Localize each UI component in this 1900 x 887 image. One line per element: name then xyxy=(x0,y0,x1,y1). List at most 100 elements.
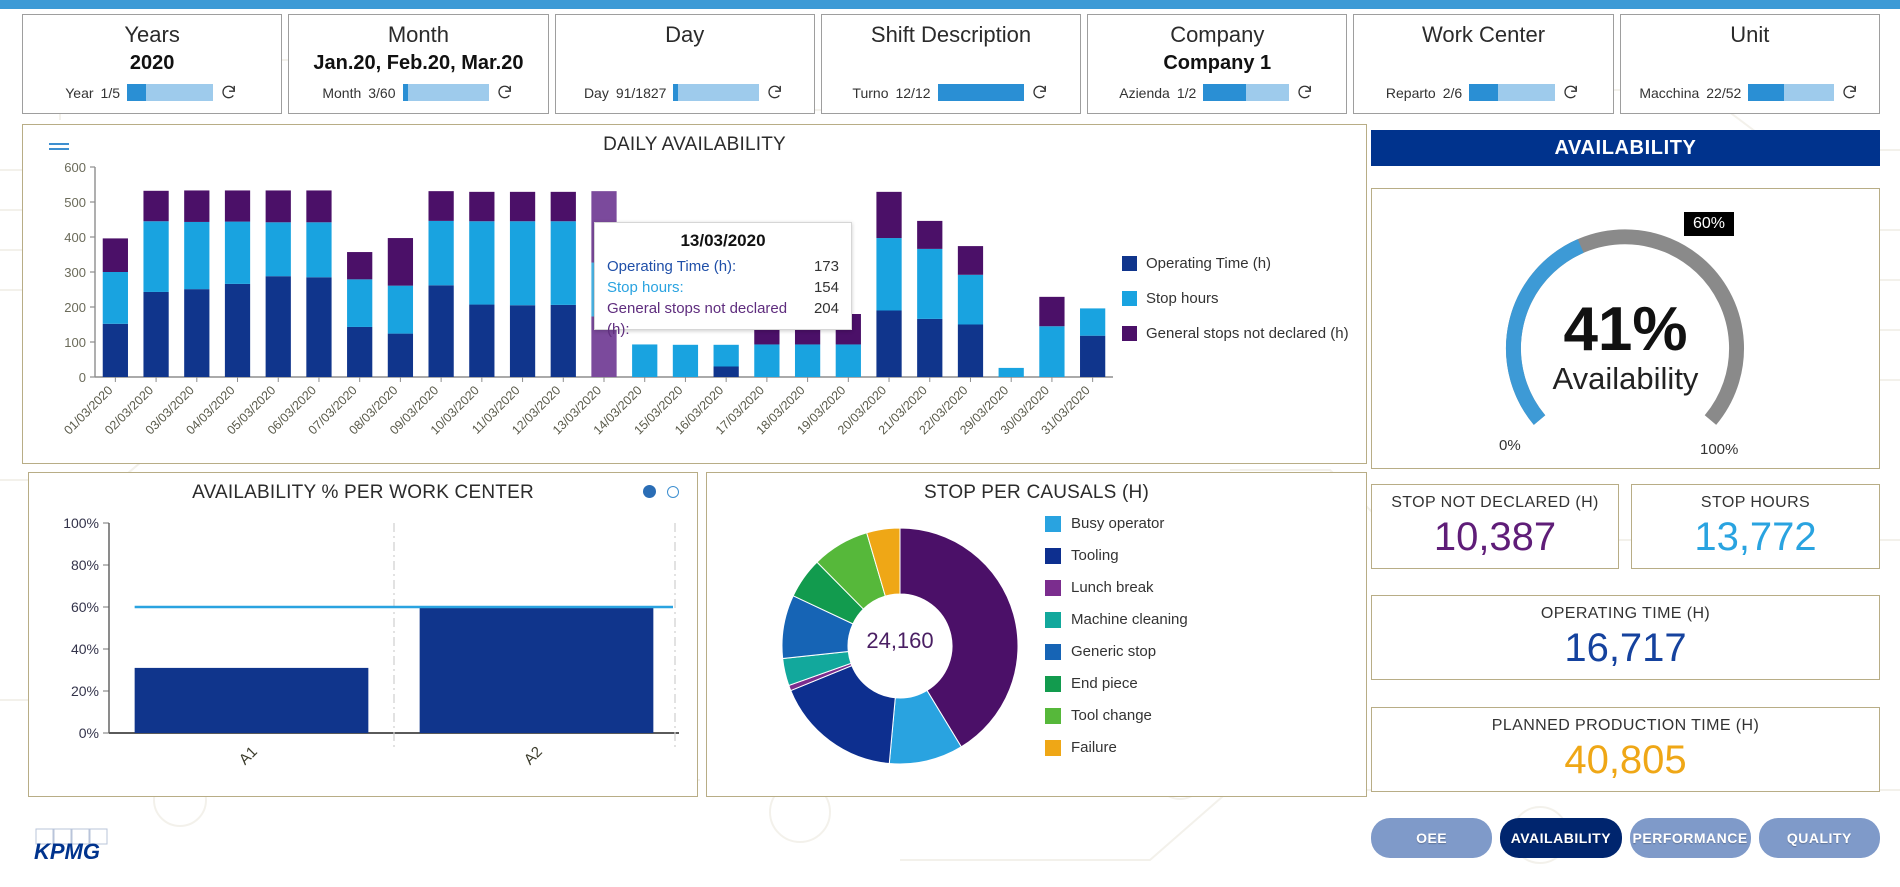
reset-icon[interactable] xyxy=(1562,83,1581,102)
kpi-label: STOP NOT DECLARED (H) xyxy=(1372,494,1618,512)
svg-text:KPMG: KPMG xyxy=(34,839,100,864)
legend-swatch xyxy=(1045,516,1061,532)
filter-fraction: 22/52 xyxy=(1706,85,1741,101)
filter-control-label: Azienda xyxy=(1119,85,1170,101)
gauge-min-label: 0% xyxy=(1499,437,1521,454)
filter-slider[interactable] xyxy=(1469,84,1555,101)
reset-icon[interactable] xyxy=(220,83,239,102)
svg-text:20%: 20% xyxy=(71,683,99,699)
legend-item[interactable]: Tooling xyxy=(1045,547,1188,564)
filter-control: Turno 12/12 xyxy=(822,83,1080,102)
filter-card-shift-description[interactable]: Shift Description Turno 12/12 xyxy=(821,14,1081,114)
legend-item[interactable]: General stops not declared (h) xyxy=(1122,325,1349,342)
filter-slider-fill xyxy=(1748,84,1784,101)
legend-label: Operating Time (h) xyxy=(1146,255,1271,272)
legend-label: Failure xyxy=(1071,739,1117,756)
tab-quality[interactable]: QUALITY xyxy=(1759,818,1880,858)
legend-item[interactable]: Generic stop xyxy=(1045,643,1188,660)
tooltip-key: General stops not declared (h): xyxy=(607,298,806,340)
svg-text:100: 100 xyxy=(64,335,86,350)
svg-text:600: 600 xyxy=(64,160,86,175)
legend-label: General stops not declared (h) xyxy=(1146,325,1349,342)
filter-fraction: 12/12 xyxy=(895,85,930,101)
filter-slider[interactable] xyxy=(403,84,489,101)
filter-slider[interactable] xyxy=(127,84,213,101)
work-center-bar-chart[interactable]: 0%20%40%60%80%100%A1A2 xyxy=(29,501,699,798)
radio-unselected-icon[interactable] xyxy=(667,486,679,498)
filter-control-label: Day xyxy=(584,85,609,101)
filter-control: Azienda 1/2 xyxy=(1088,83,1346,102)
filter-card-day[interactable]: Day Day 91/1827 xyxy=(555,14,815,114)
filter-slider[interactable] xyxy=(1748,84,1834,101)
tooltip-value: 204 xyxy=(806,298,839,340)
filter-fraction: 1/2 xyxy=(1177,85,1196,101)
reset-icon[interactable] xyxy=(766,83,785,102)
filter-bar: Years 2020 Year 1/5 Month Jan.20, Feb.20… xyxy=(22,14,1880,114)
filter-fraction: 1/5 xyxy=(101,85,120,101)
kpi-planned-production-time: PLANNED PRODUCTION TIME (H) 40,805 xyxy=(1371,707,1880,792)
tab-oee[interactable]: OEE xyxy=(1371,818,1492,858)
tooltip-key: Stop hours: xyxy=(607,277,684,298)
chart-view-toggle[interactable] xyxy=(643,485,679,498)
filter-card-work-center[interactable]: Work Center Reparto 2/6 xyxy=(1353,14,1613,114)
tab-performance[interactable]: PERFORMANCE xyxy=(1630,818,1751,858)
legend-item[interactable]: Stop hours xyxy=(1122,290,1349,307)
hamburger-menu-icon[interactable] xyxy=(48,140,70,156)
bottom-tab-bar: OEE AVAILABILITY PERFORMANCE QUALITY xyxy=(1371,818,1880,858)
legend-swatch xyxy=(1045,740,1061,756)
kpi-label: STOP HOURS xyxy=(1632,494,1879,512)
svg-text:60%: 60% xyxy=(71,599,99,615)
filter-card-unit[interactable]: Unit Macchina 22/52 xyxy=(1620,14,1880,114)
reset-icon[interactable] xyxy=(1841,83,1860,102)
tooltip-key: Operating Time (h): xyxy=(607,256,736,277)
filter-slider[interactable] xyxy=(938,84,1024,101)
legend-item[interactable]: Busy operator xyxy=(1045,515,1188,532)
legend-item[interactable]: End piece xyxy=(1045,675,1188,692)
svg-text:40%: 40% xyxy=(71,641,99,657)
donut-center-total: 24,160 xyxy=(775,628,1025,654)
filter-title: Years xyxy=(124,21,179,49)
availability-header: AVAILABILITY xyxy=(1371,130,1880,166)
gauge-value: 41% xyxy=(1372,299,1879,361)
filter-control-label: Year xyxy=(65,85,93,101)
chart-tooltip: 13/03/2020 Operating Time (h): 173 Stop … xyxy=(594,222,852,330)
filter-value: Jan.20, Feb.20, Mar.20 xyxy=(313,50,523,76)
kpi-value: 16,717 xyxy=(1372,625,1879,671)
legend-swatch xyxy=(1045,548,1061,564)
filter-card-month[interactable]: Month Jan.20, Feb.20, Mar.20 Month 3/60 xyxy=(288,14,548,114)
legend-item[interactable]: Failure xyxy=(1045,739,1188,756)
radio-selected-icon[interactable] xyxy=(643,485,656,498)
legend-item[interactable]: Machine cleaning xyxy=(1045,611,1188,628)
gauge-caption: Availability xyxy=(1372,361,1879,397)
tooltip-date: 13/03/2020 xyxy=(607,231,839,251)
svg-text:500: 500 xyxy=(64,195,86,210)
legend-item[interactable]: Lunch break xyxy=(1045,579,1188,596)
kpi-operating-time: OPERATING TIME (H) 16,717 xyxy=(1371,595,1880,680)
svg-text:200: 200 xyxy=(64,300,86,315)
filter-slider-fill xyxy=(938,84,1024,101)
reset-icon[interactable] xyxy=(1031,83,1050,102)
filter-slider[interactable] xyxy=(1203,84,1289,101)
stop-per-causals-panel: STOP PER CAUSALS (H) 24,160 Busy operato… xyxy=(706,472,1367,797)
filter-card-company[interactable]: Company Company 1 Azienda 1/2 xyxy=(1087,14,1347,114)
gauge-center-readout: 41% Availability xyxy=(1372,299,1879,397)
tooltip-value: 154 xyxy=(806,277,839,298)
filter-slider[interactable] xyxy=(673,84,759,101)
filter-control-label: Month xyxy=(322,85,361,101)
reset-icon[interactable] xyxy=(1296,83,1315,102)
tooltip-value: 173 xyxy=(806,256,839,277)
stop-per-causals-legend: Busy operator Tooling Lunch break Machin… xyxy=(1045,515,1188,771)
filter-control: Macchina 22/52 xyxy=(1621,83,1879,102)
legend-label: Tool change xyxy=(1071,707,1152,724)
reset-icon[interactable] xyxy=(496,83,515,102)
legend-item[interactable]: Tool change xyxy=(1045,707,1188,724)
legend-swatch xyxy=(1045,644,1061,660)
tab-availability[interactable]: AVAILABILITY xyxy=(1500,818,1621,858)
filter-slider-fill xyxy=(127,84,146,101)
svg-text:100%: 100% xyxy=(63,515,99,531)
filter-value: Company 1 xyxy=(1163,50,1271,76)
filter-card-years[interactable]: Years 2020 Year 1/5 xyxy=(22,14,282,114)
legend-item[interactable]: Operating Time (h) xyxy=(1122,255,1349,272)
filter-control-label: Turno xyxy=(852,85,888,101)
legend-swatch xyxy=(1045,708,1061,724)
